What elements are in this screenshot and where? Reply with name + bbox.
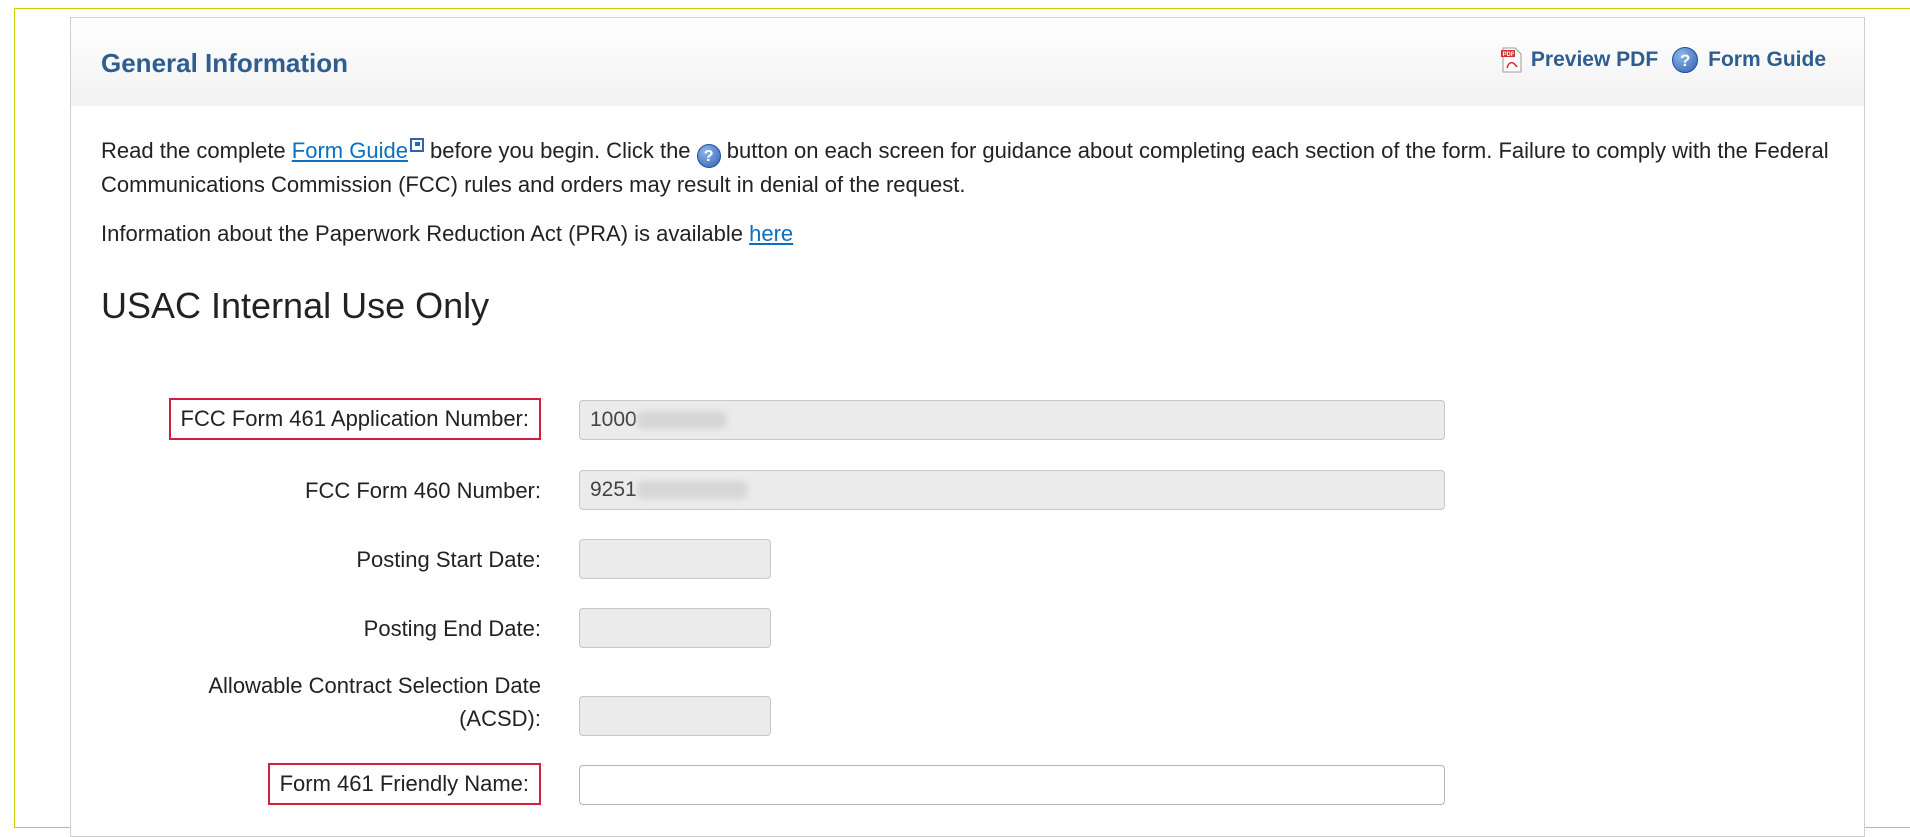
- posting-end-row: Posting End Date:: [71, 608, 1866, 652]
- posting-start-field[interactable]: [579, 539, 771, 579]
- svg-text:PDF: PDF: [1502, 52, 1514, 58]
- app-number-label: FCC Form 461 Application Number:: [168, 398, 541, 440]
- header-actions: PDF Preview PDF ? Form Guide: [1500, 47, 1826, 73]
- acsd-label-line1: Allowable Contract Selection Date: [208, 673, 541, 698]
- form460-value: 9251: [590, 478, 637, 501]
- external-link-icon: [409, 138, 424, 152]
- friendly-name-label: Form 461 Friendly Name:: [267, 763, 541, 805]
- intro-text: Read the complete Form Guide before you …: [101, 134, 1841, 202]
- pra-notice: Information about the Paperwork Reductio…: [101, 221, 793, 247]
- intro-text-part1: Read the complete: [101, 138, 292, 163]
- posting-start-label: Posting Start Date:: [356, 547, 541, 572]
- help-icon: ?: [696, 144, 721, 168]
- form-guide-label: Form Guide: [1708, 48, 1826, 71]
- form460-label: FCC Form 460 Number:: [305, 478, 541, 503]
- pra-text: Information about the Paperwork Reductio…: [101, 221, 750, 246]
- acsd-row: Allowable Contract Selection Date (ACSD)…: [71, 668, 1866, 738]
- acsd-label-line2: (ACSD):: [459, 706, 541, 731]
- general-information-panel: General Information PDF Preview PDF ? Fo…: [70, 17, 1865, 837]
- panel-header: General Information PDF Preview PDF ? Fo…: [71, 18, 1864, 106]
- form460-field[interactable]: 9251: [579, 470, 1445, 510]
- intro-text-part2: before you begin. Click the: [423, 138, 697, 163]
- posting-end-field[interactable]: [579, 608, 771, 648]
- section-title: USAC Internal Use Only: [101, 285, 490, 326]
- friendly-name-input[interactable]: [579, 765, 1445, 805]
- acsd-field[interactable]: [579, 696, 771, 736]
- pdf-icon: PDF: [1500, 47, 1523, 73]
- form460-row: FCC Form 460 Number: 9251: [71, 470, 1866, 514]
- posting-end-label: Posting End Date:: [363, 616, 541, 641]
- pra-here-link[interactable]: here: [749, 221, 793, 246]
- app-number-value: 1000: [590, 408, 637, 431]
- panel-title: General Information: [101, 48, 349, 78]
- preview-pdf-label: Preview PDF: [1530, 48, 1659, 71]
- redacted-value: [636, 411, 727, 430]
- posting-start-row: Posting Start Date:: [71, 539, 1866, 583]
- friendly-name-row: Form 461 Friendly Name:: [71, 763, 1866, 809]
- form-guide-button[interactable]: ? Form Guide: [1672, 47, 1826, 73]
- app-number-field[interactable]: 1000: [579, 400, 1445, 440]
- app-number-row: FCC Form 461 Application Number: 1000: [71, 398, 1866, 444]
- redacted-value: [636, 481, 747, 500]
- form-guide-link[interactable]: Form Guide: [292, 138, 408, 163]
- help-icon: ?: [1672, 47, 1699, 73]
- preview-pdf-button[interactable]: PDF Preview PDF: [1500, 47, 1659, 73]
